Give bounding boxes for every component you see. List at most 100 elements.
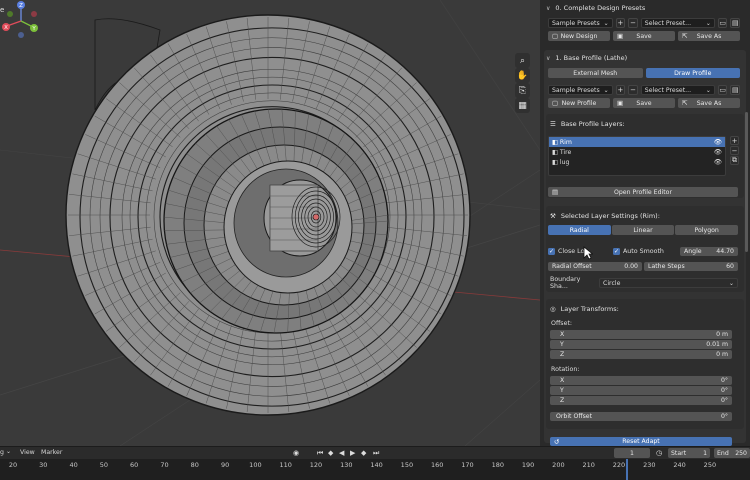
angle-field[interactable]: Angle 44.70 xyxy=(680,246,738,256)
zoom-icon[interactable]: ⌕ xyxy=(515,53,530,68)
list-item[interactable]: ◧ lug 👁 xyxy=(549,157,725,167)
dropdown-value: Circle xyxy=(603,279,621,287)
playhead[interactable] xyxy=(626,459,628,480)
offset-x-field[interactable]: X 0 m xyxy=(550,330,732,339)
list-item[interactable]: ◧ Tire 👁 xyxy=(549,147,725,157)
save-design-button[interactable]: ▣ Save xyxy=(613,31,675,41)
play-icon[interactable]: ▶ xyxy=(350,449,355,457)
frame-tick-label: 150 xyxy=(400,461,414,469)
tab-external-mesh[interactable]: External Mesh xyxy=(548,68,643,78)
dropdown-value: Select Preset... xyxy=(644,19,692,27)
base-profile-header[interactable]: ∨ 1. Base Profile (Lathe) xyxy=(546,53,744,63)
add-profile-preset-button[interactable]: + xyxy=(615,85,626,95)
grid-icon[interactable]: ▦ xyxy=(515,98,530,113)
navigation-gizmo[interactable]: Z X Y xyxy=(0,0,42,42)
folder-icon[interactable]: ▭ xyxy=(717,18,728,28)
rotation-z-field[interactable]: Z 0° xyxy=(550,396,732,405)
record-icon[interactable]: ◉ xyxy=(293,449,299,457)
lathe-steps-field[interactable]: Lathe Steps 60 xyxy=(644,261,738,271)
chevron-down-icon: ⌄ xyxy=(603,86,609,94)
rotation-y-field[interactable]: Y 0° xyxy=(550,386,732,395)
save-as-profile-button[interactable]: ⇱ Save As xyxy=(678,98,740,108)
field-label: Y xyxy=(560,341,564,348)
complete-preset-dropdown[interactable]: Sample Presets ⌄ xyxy=(548,18,613,28)
save-file-icon[interactable]: ▤ xyxy=(730,85,741,95)
timeline-ruler[interactable]: 20 30 40 50 60 70 80 90 100 110 120 130 140 150 160 170… xyxy=(0,459,750,480)
button-label: Open Profile Editor xyxy=(613,188,672,196)
eye-icon[interactable]: 👁 xyxy=(714,138,722,146)
eye-icon[interactable]: 👁 xyxy=(714,158,722,166)
panel-scrollbar[interactable] xyxy=(745,112,748,252)
close-loop-checkbox[interactable]: ✓ Close Lo xyxy=(548,247,610,255)
tab-linear[interactable]: Linear xyxy=(611,225,675,235)
transform-icon: ◎ xyxy=(550,305,556,313)
reset-adapt-button[interactable]: ↺ Reset Adapt xyxy=(550,437,732,446)
auto-smooth-checkbox[interactable]: ✓ Auto Smooth xyxy=(613,247,677,255)
eye-icon[interactable]: 👁 xyxy=(714,148,722,156)
field-label: Z xyxy=(560,351,565,358)
add-layer-button[interactable]: + xyxy=(730,136,739,145)
offset-y-field[interactable]: Y 0.01 m xyxy=(550,340,732,349)
new-profile-button[interactable]: ▢ New Profile xyxy=(548,98,610,108)
open-profile-editor-button[interactable]: ▤ Open Profile Editor xyxy=(548,187,738,197)
tab-radial[interactable]: Radial xyxy=(548,225,611,235)
clock-icon[interactable]: ◷ xyxy=(656,449,662,457)
section-title: Base Profile Layers: xyxy=(560,120,625,128)
folder-icon[interactable]: ▭ xyxy=(717,85,728,95)
remove-layer-button[interactable]: − xyxy=(730,146,739,155)
save-file-icon[interactable]: ▤ xyxy=(730,18,741,28)
button-label: Save As xyxy=(696,32,722,40)
profile-preset-dropdown[interactable]: Sample Presets ⌄ xyxy=(548,85,613,95)
current-frame-field[interactable]: 1 xyxy=(614,448,650,458)
frame-tick-label: 80 xyxy=(190,461,199,469)
button-label: Save As xyxy=(696,99,722,107)
tab-draw-profile[interactable]: Draw Profile xyxy=(645,68,740,78)
frame-tick-label: 160 xyxy=(430,461,444,469)
button-label: Save xyxy=(636,99,652,107)
hand-icon[interactable]: ✋ xyxy=(515,68,530,83)
frame-tick-label: 220 xyxy=(612,461,626,469)
menu-view[interactable]: View xyxy=(20,449,35,456)
dropdown-value: Select Preset... xyxy=(644,86,692,94)
remove-preset-button[interactable]: − xyxy=(628,18,638,28)
remove-profile-preset-button[interactable]: − xyxy=(628,85,638,95)
frame-tick-label: 230 xyxy=(643,461,656,469)
save-profile-button[interactable]: ▣ Save xyxy=(613,98,675,108)
play-reverse-icon[interactable]: ◀ xyxy=(339,449,344,457)
profile-actions: ▢ New Profile ▣ Save ⇱ Save As xyxy=(548,98,740,108)
menu-playback[interactable]: g xyxy=(0,449,4,456)
layer-settings-header: ⚒ Selected Layer Settings (Rim): xyxy=(550,211,744,221)
layer-list[interactable]: ◧ Rim 👁 ◧ Tire 👁 ◧ lug 👁 xyxy=(548,136,726,176)
prev-keyframe-icon[interactable]: ◆ xyxy=(328,449,333,457)
complete-presets-header[interactable]: ∨ 0. Complete Design Presets xyxy=(546,3,744,13)
start-frame-field[interactable]: Start 1 xyxy=(668,448,710,458)
mode-tabs: Radial Linear Polygon xyxy=(548,225,739,235)
list-item[interactable]: ◧ Rim 👁 xyxy=(549,137,725,147)
radial-offset-field[interactable]: Radial Offset 0.00 xyxy=(548,261,642,271)
jump-start-icon[interactable]: ⏮ xyxy=(317,449,323,458)
field-label: Orbit Offset xyxy=(556,413,593,420)
new-design-button[interactable]: ▢ New Design xyxy=(548,31,610,41)
end-frame-field[interactable]: End 250 xyxy=(714,448,750,458)
orbit-offset-field[interactable]: Orbit Offset 0° xyxy=(550,412,732,421)
chevron-down-icon: ⌄ xyxy=(728,279,734,287)
wheel-mesh xyxy=(0,0,540,446)
copy-layer-button[interactable]: ⧉ xyxy=(730,156,739,165)
save-as-design-button[interactable]: ⇱ Save As xyxy=(678,31,740,41)
boundary-row: Boundary Sha... Circle ⌄ xyxy=(550,276,738,290)
complete-select-preset-dropdown[interactable]: Select Preset... ⌄ xyxy=(640,18,715,28)
rotation-x-field[interactable]: X 0° xyxy=(550,376,732,385)
camera-icon[interactable]: ⎘ xyxy=(515,83,530,98)
add-preset-button[interactable]: + xyxy=(615,18,626,28)
list-icon: ☰ xyxy=(550,120,556,128)
3d-viewport[interactable]: e Z X Y ⌕ ✋ ⎘ ▦ xyxy=(0,0,540,446)
offset-z-field[interactable]: Z 0 m xyxy=(550,350,732,359)
tab-polygon[interactable]: Polygon xyxy=(675,225,739,235)
offset-label: Offset: xyxy=(551,320,573,327)
boundary-shape-dropdown[interactable]: Circle ⌄ xyxy=(599,278,738,288)
jump-end-icon[interactable]: ⏭ xyxy=(373,449,379,458)
boundary-label: Boundary Sha... xyxy=(550,276,581,290)
menu-marker[interactable]: Marker xyxy=(41,449,62,456)
profile-select-preset-dropdown[interactable]: Select Preset... ⌄ xyxy=(640,85,715,95)
next-keyframe-icon[interactable]: ◆ xyxy=(361,449,366,457)
